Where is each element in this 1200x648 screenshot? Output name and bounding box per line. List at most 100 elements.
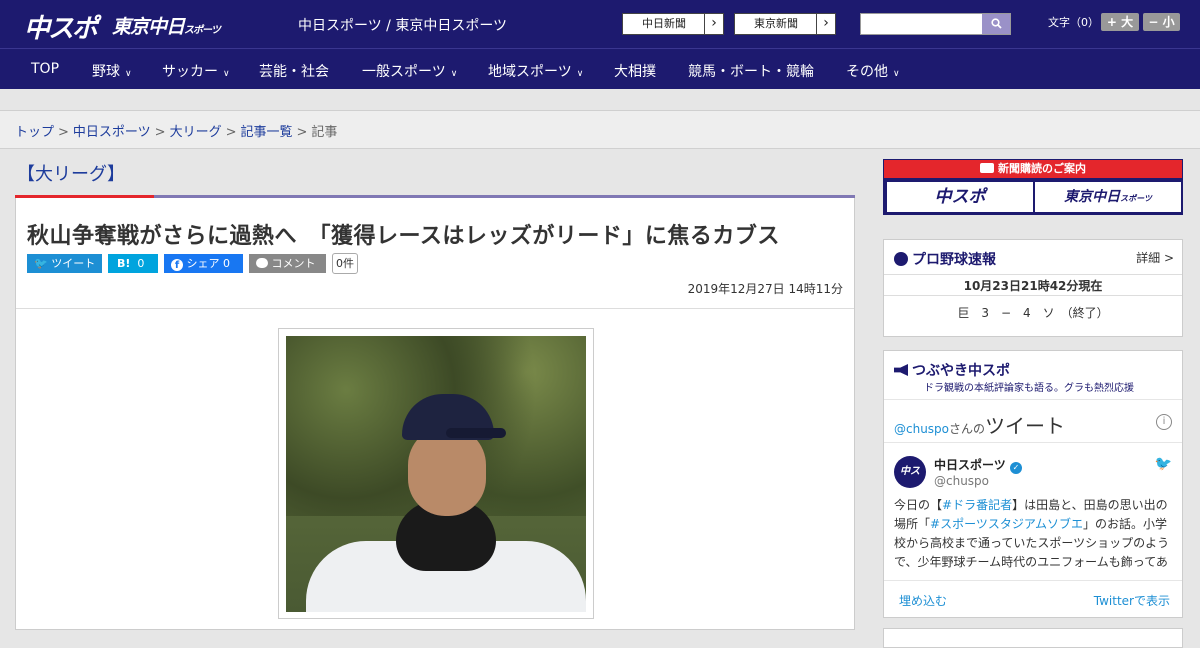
subscription-chuspo-logo: 中スポ	[887, 182, 1033, 212]
twitter-icon: 🐦	[34, 257, 48, 270]
article-main: 【大リーグ】 秋山争奪戦がさらに過熱へ 「獲得レースはレッズがリード」に焦るカブ…	[15, 149, 855, 630]
baseball-score-row[interactable]: 巨 3 − 4 ソ （終了）	[884, 304, 1182, 321]
tokyo-shimbun-label: 東京新聞	[754, 17, 798, 30]
nav-others[interactable]: その他 ∨	[846, 61, 900, 81]
timeline-handle-suffix: さんの	[949, 422, 986, 436]
nav-baseball[interactable]: 野球 ∨	[92, 61, 132, 81]
comment-button[interactable]: コメント	[249, 254, 326, 273]
chunichi-shimbun-link[interactable]: 中日新聞 ›	[622, 13, 724, 35]
breadcrumb-chunichi-sports[interactable]: 中日スポーツ	[73, 125, 151, 140]
search-button[interactable]	[982, 14, 1010, 34]
timeline-handle[interactable]: @chuspo	[894, 422, 949, 436]
baseball-scores-title-text: プロ野球速報	[912, 252, 996, 268]
breadcrumb-top[interactable]: トップ	[15, 125, 54, 140]
subscription-header: 新聞購読のご案内	[884, 160, 1182, 178]
player-photo	[286, 336, 586, 612]
tweet-user-name-text: 中日スポーツ	[934, 458, 1006, 472]
article-card: 秋山争奪戦がさらに過熱へ 「獲得レースはレッズがリード」に焦るカブス 🐦 ツイー…	[15, 198, 855, 630]
font-size-label: 文字（0）	[1048, 16, 1099, 29]
search-box	[860, 13, 1011, 35]
tweet-user-handle[interactable]: @chuspo	[934, 474, 989, 488]
next-panel	[883, 628, 1183, 648]
tweet-user-name[interactable]: 中日スポーツ ✓	[934, 456, 1022, 474]
chevron-down-icon: ∨	[450, 69, 458, 79]
article-photo[interactable]	[278, 328, 594, 619]
breadcrumb-separator: >	[225, 125, 237, 140]
breadcrumb-separator: >	[296, 125, 308, 140]
baseball-as-of: 10月23日21時42分現在	[884, 274, 1182, 296]
tweets-panel: つぶやき中スポ ドラ観戦の本紙評論家も語る。グラも熱烈応援 @chuspoさんの…	[883, 350, 1183, 618]
tokyo-chunichi-logo-text: 東京中日	[112, 16, 185, 38]
speech-bubble-icon	[256, 258, 268, 268]
search-input[interactable]	[861, 14, 982, 34]
comment-count[interactable]: 0件	[332, 253, 358, 274]
article-title: 秋山争奪戦がさらに過熱へ 「獲得レースはレッズがリード」に焦るカブス	[27, 224, 780, 249]
breadcrumb-mlb[interactable]: 大リーグ	[170, 125, 222, 140]
twitter-timeline: @chuspoさんのツイート i 中ス 中日スポーツ ✓ @chuspo 🐦 今…	[884, 399, 1182, 617]
nav-label: その他	[846, 64, 888, 80]
facebook-share-count: 0	[223, 257, 230, 270]
nav-general-sports[interactable]: 一般スポーツ ∨	[362, 61, 457, 81]
breadcrumb: トップ > 中日スポーツ > 大リーグ > 記事一覧 > 記事	[0, 111, 1200, 149]
breadcrumb-current: 記事	[311, 125, 338, 140]
verified-badge-icon: ✓	[1009, 462, 1022, 474]
tokyo-shimbun-link[interactable]: 東京新聞 ›	[734, 13, 836, 35]
tweet-button[interactable]: 🐦 ツイート	[27, 254, 102, 273]
chevron-down-icon: ∨	[576, 69, 584, 79]
view-on-twitter-link[interactable]: Twitterで表示	[1094, 592, 1170, 609]
tweet-hashtag[interactable]: #スポーツスタジアムソブエ	[930, 517, 1083, 531]
facebook-icon: f	[171, 259, 183, 271]
nav-entertainment[interactable]: 芸能・社会	[259, 61, 329, 81]
chevron-down-icon: ∨	[125, 69, 132, 79]
tweet-hashtag[interactable]: #ドラ番記者	[942, 498, 1012, 512]
breadcrumb-separator: >	[154, 125, 166, 140]
site-name: 中日スポーツ / 東京中日スポーツ	[298, 18, 508, 34]
timeline-tweets-word: ツイート	[985, 414, 1066, 438]
article-date: 2019年12月27日 14時11分	[687, 282, 843, 296]
breadcrumb-article-list[interactable]: 記事一覧	[241, 125, 293, 140]
info-icon[interactable]: i	[1156, 414, 1172, 430]
article-category[interactable]: 【大リーグ】	[17, 160, 125, 186]
chevron-down-icon: ∨	[893, 69, 900, 79]
nav-sumo[interactable]: 大相撲	[614, 61, 656, 81]
tweet-label: ツイート	[51, 257, 96, 270]
font-bigger-button[interactable]: + 大	[1101, 13, 1139, 31]
chevron-down-icon: ∨	[223, 69, 230, 79]
tweet-avatar[interactable]: 中ス	[894, 456, 926, 488]
chevron-right-icon: ›	[816, 14, 835, 34]
nav-keiba[interactable]: 競馬・ボート・競輪	[688, 61, 814, 81]
tweets-subtitle: ドラ観戦の本紙評論家も語る。グラも熱烈応援	[924, 383, 1134, 394]
tweets-title-text: つぶやき中スポ	[912, 363, 1010, 379]
hatena-bookmark-button[interactable]: B! 0	[108, 254, 158, 273]
tokyo-chunichi-logo[interactable]: 東京中日スポーツ	[112, 12, 221, 39]
breadcrumb-separator: >	[58, 125, 69, 140]
font-smaller-button[interactable]: − 小	[1143, 13, 1180, 31]
tweet-text-part: 今日の【	[894, 498, 943, 512]
hatena-icon: B!	[117, 257, 131, 270]
nav-label: 野球	[92, 64, 120, 80]
tweet-text: 今日の【#ドラ番記者】は田島と、田島の思い出の場所「#スポーツスタジアムソブエ」…	[894, 496, 1174, 576]
search-icon	[990, 18, 1002, 29]
top-bar: 中スポ 東京中日スポーツ 中日スポーツ / 東京中日スポーツ 中日新聞 › 東京…	[0, 0, 1200, 48]
megaphone-icon	[894, 364, 908, 376]
nav-local-sports[interactable]: 地域スポーツ ∨	[488, 61, 583, 81]
nav-label: サッカー	[162, 64, 218, 80]
baseball-scores-title: プロ野球速報	[894, 249, 996, 269]
nav-label: 大相撲	[614, 64, 656, 80]
main-nav: TOP 野球 ∨ サッカー ∨ 芸能・社会 一般スポーツ ∨ 地域スポーツ ∨ 大相撲 …	[0, 48, 1200, 89]
timeline-header: @chuspoさんのツイート	[894, 410, 1065, 439]
nav-top[interactable]: TOP	[31, 61, 59, 77]
nav-soccer[interactable]: サッカー ∨	[162, 61, 230, 81]
comment-label: コメント	[271, 257, 316, 270]
twitter-bird-icon[interactable]: 🐦	[1155, 456, 1172, 472]
baseball-scores-panel: プロ野球速報 詳細 > 10月23日21時42分現在 巨 3 − 4 ソ （終了…	[883, 239, 1183, 337]
baseball-detail-link[interactable]: 詳細 >	[1136, 249, 1174, 266]
timeline-divider	[884, 442, 1182, 443]
embed-link[interactable]: 埋め込む	[899, 592, 947, 609]
subscription-banner[interactable]: 新聞購読のご案内 中スポ 東京中日スポーツ	[883, 159, 1183, 215]
facebook-share-button[interactable]: f シェア 0	[164, 254, 243, 273]
chuspo-logo[interactable]: 中スポ	[24, 8, 98, 45]
chevron-right-icon: ›	[704, 14, 723, 34]
nav-label: 一般スポーツ	[362, 64, 446, 80]
subscription-tokyo-logo: 東京中日スポーツ	[1035, 182, 1181, 212]
